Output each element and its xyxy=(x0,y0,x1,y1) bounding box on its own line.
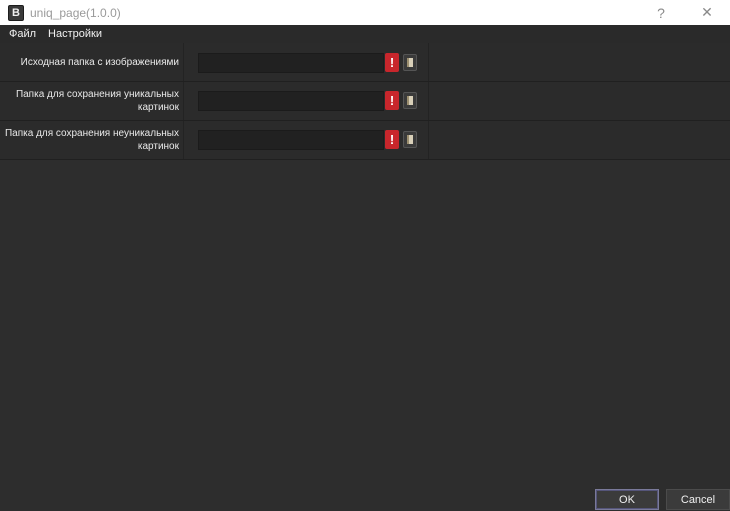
column-divider xyxy=(428,82,429,120)
column-divider xyxy=(428,43,429,81)
title-bar: B uniq_page(1.0.0) ? ✕ xyxy=(0,0,730,25)
cancel-button[interactable]: Cancel xyxy=(666,489,730,510)
menu-bar: Файл Настройки xyxy=(0,25,730,43)
window-controls: ? ✕ xyxy=(638,0,730,25)
close-button[interactable]: ✕ xyxy=(684,0,730,25)
folder-icon xyxy=(407,96,413,105)
column-divider xyxy=(428,121,429,159)
browse-folder-button[interactable] xyxy=(403,54,417,71)
unique-folder-label: Папка для сохранения уникальных картинок xyxy=(0,82,184,120)
browse-folder-button[interactable] xyxy=(403,131,417,148)
warning-icon: ! xyxy=(385,130,399,149)
nonunique-folder-label: Папка для сохранения неуникальных картин… xyxy=(0,121,184,159)
row-nonunique-folder: Папка для сохранения неуникальных картин… xyxy=(0,121,730,160)
menu-item-settings[interactable]: Настройки xyxy=(42,25,108,43)
folder-icon xyxy=(407,135,413,144)
unique-folder-input[interactable] xyxy=(198,91,384,111)
warning-icon: ! xyxy=(385,91,399,110)
nonunique-folder-input[interactable] xyxy=(198,130,384,150)
menu-item-file[interactable]: Файл xyxy=(0,25,42,43)
app-icon: B xyxy=(8,4,24,21)
source-folder-label: Исходная папка с изображениями xyxy=(0,43,184,81)
row-source-folder: Исходная папка с изображениями ! xyxy=(0,43,730,82)
row-unique-folder: Папка для сохранения уникальных картинок… xyxy=(0,82,730,121)
warning-icon: ! xyxy=(385,53,399,72)
settings-grid: Исходная папка с изображениями ! Папка д… xyxy=(0,43,730,160)
source-folder-input[interactable] xyxy=(198,53,384,73)
folder-icon xyxy=(407,58,413,67)
ok-button[interactable]: OK xyxy=(595,489,659,510)
window-title: uniq_page(1.0.0) xyxy=(30,5,121,20)
browse-folder-button[interactable] xyxy=(403,92,417,109)
help-button[interactable]: ? xyxy=(638,0,684,25)
